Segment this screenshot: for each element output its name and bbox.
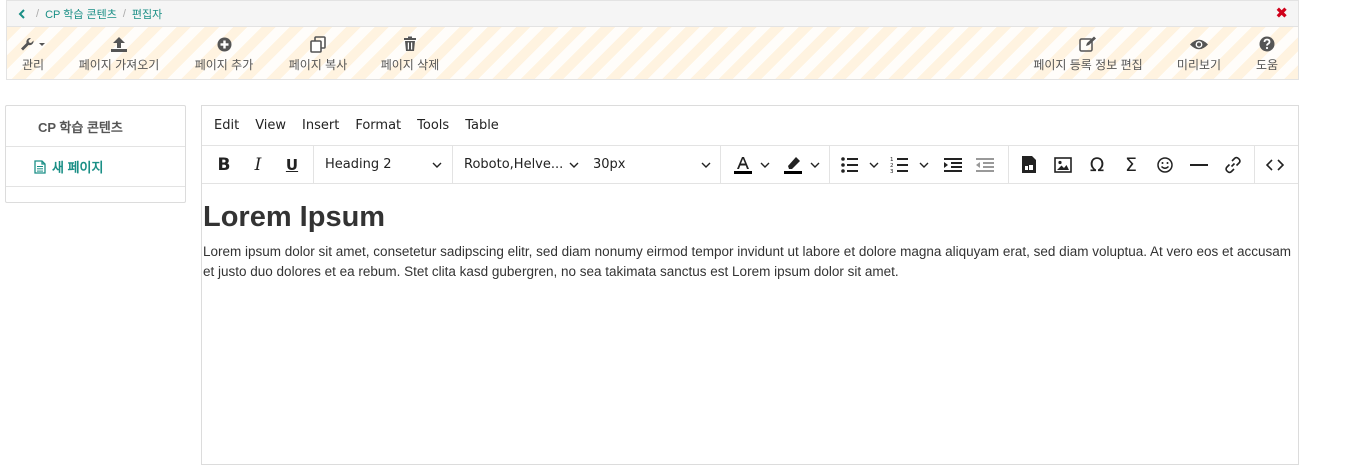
source-code-button[interactable]: [1262, 146, 1288, 183]
import-page-label: 페이지 가져오기: [78, 58, 160, 72]
insert-link-button[interactable]: [1220, 146, 1246, 183]
sigma-icon: Σ: [1124, 153, 1137, 176]
bullet-list-button[interactable]: [838, 146, 884, 183]
toolbar-separator: [720, 146, 721, 184]
italic-icon: I: [254, 154, 262, 175]
indent-button[interactable]: [940, 146, 966, 183]
insert-document-button[interactable]: [1016, 146, 1042, 183]
preview-label: 미리보기: [1176, 58, 1222, 72]
underline-icon: U: [285, 155, 299, 174]
numbered-list-icon: 1 2 3: [890, 157, 929, 174]
content-paragraph: Lorem ipsum dolor sit amet, consetetur s…: [203, 244, 1292, 279]
manage-label: 관리: [21, 58, 45, 72]
manage-button[interactable]: 관리: [13, 27, 53, 79]
add-page-label: 페이지 추가: [194, 58, 254, 72]
page-toolbar: 관리 페이지 가져오기 페이지 추가 페이지 복사 페이지 삭제 페이지 등록 …: [6, 26, 1299, 80]
editor-menubar: Edit View Insert Format Tools Table: [202, 106, 1298, 146]
special-character-button[interactable]: Ω: [1084, 146, 1110, 183]
highlighter-icon: [784, 156, 820, 174]
breadcrumb-item-course[interactable]: CP 학습 콘텐츠: [45, 6, 117, 22]
file-icon: [34, 159, 46, 174]
page-list-item-label: 새 페이지: [52, 160, 104, 175]
page-list-item-new-page[interactable]: 새 페이지: [6, 147, 185, 187]
insert-formula-button[interactable]: Σ: [1118, 146, 1144, 183]
link-icon: [1225, 156, 1241, 173]
breadcrumb-separator: /: [122, 7, 126, 20]
chevron-down-icon: [701, 162, 711, 168]
indent-icon: [944, 157, 962, 172]
content-heading: Lorem Ipsum: [203, 201, 386, 233]
font-size-value: 30px: [593, 157, 626, 172]
preview-button[interactable]: 미리보기: [1171, 27, 1227, 79]
breadcrumb-separator: /: [36, 7, 40, 20]
question-circle-icon: [1259, 33, 1275, 55]
plus-circle-icon: [217, 33, 232, 55]
omega-icon: Ω: [1089, 153, 1105, 176]
menu-format[interactable]: Format: [347, 118, 409, 133]
help-button[interactable]: 도움: [1247, 27, 1287, 79]
upload-icon: [110, 33, 128, 55]
eye-icon: [1189, 33, 1209, 55]
copy-icon: [309, 33, 327, 55]
toolbar-separator: [452, 146, 453, 184]
rich-text-editor: Edit View Insert Format Tools Table B I …: [201, 105, 1299, 465]
font-family-value: Roboto,Helve...: [464, 157, 564, 172]
copy-page-button[interactable]: 페이지 복사: [283, 27, 353, 79]
italic-button[interactable]: I: [246, 146, 270, 183]
breadcrumb-item-editor[interactable]: 편집자: [132, 6, 162, 22]
emoticons-button[interactable]: [1152, 146, 1178, 183]
block-format-value: Heading 2: [325, 157, 392, 172]
text-color-icon: [734, 156, 770, 174]
toolbar-separator: [1008, 146, 1009, 184]
document-icon: [1022, 156, 1036, 173]
outdent-icon: [976, 157, 994, 172]
edit-page-info-label: 페이지 등록 정보 편집: [1033, 58, 1143, 72]
bold-button[interactable]: B: [212, 146, 236, 183]
underline-button[interactable]: U: [280, 146, 304, 183]
image-icon: [1054, 156, 1072, 173]
block-format-dropdown[interactable]: Heading 2: [325, 146, 442, 183]
bullet-list-icon: [841, 156, 879, 173]
import-page-button[interactable]: 페이지 가져오기: [73, 27, 165, 79]
add-page-button[interactable]: 페이지 추가: [189, 27, 259, 79]
page-list-title: CP 학습 콘텐츠: [6, 106, 185, 147]
horizontal-line-button[interactable]: [1186, 146, 1212, 183]
menu-table[interactable]: Table: [457, 118, 507, 133]
trash-icon: [403, 33, 417, 55]
horizontal-line-icon: [1190, 163, 1208, 166]
insert-image-button[interactable]: [1050, 146, 1076, 183]
menu-insert[interactable]: Insert: [294, 118, 347, 133]
page-list-panel: CP 학습 콘텐츠 새 페이지: [5, 105, 186, 203]
help-label: 도움: [1255, 58, 1279, 72]
menu-tools[interactable]: Tools: [409, 118, 457, 133]
toolbar-separator: [313, 146, 314, 184]
editor-toolbar: B I U Heading 2 Roboto,Helve... 30px 1 2…: [202, 146, 1298, 184]
copy-page-label: 페이지 복사: [288, 58, 348, 72]
edit-page-info-button[interactable]: 페이지 등록 정보 편집: [1027, 27, 1149, 79]
wrench-icon: [19, 33, 47, 55]
toolbar-separator: [829, 146, 830, 184]
highlight-color-button[interactable]: [780, 146, 826, 183]
text-color-button[interactable]: [730, 146, 776, 183]
font-size-dropdown[interactable]: 30px: [593, 146, 711, 183]
menu-edit[interactable]: Edit: [206, 118, 247, 133]
bold-icon: B: [217, 154, 231, 175]
chevron-down-icon: [432, 162, 442, 168]
close-icon[interactable]: ✖: [1275, 6, 1288, 22]
code-icon: [1266, 158, 1284, 171]
delete-page-button[interactable]: 페이지 삭제: [375, 27, 445, 79]
edit-icon: [1079, 33, 1097, 55]
back-chevron-icon[interactable]: [14, 8, 30, 19]
numbered-list-button[interactable]: 1 2 3: [888, 146, 934, 183]
breadcrumb-bar: / CP 학습 콘텐츠 / 편집자 ✖: [6, 0, 1299, 26]
chevron-down-icon: [569, 162, 579, 168]
delete-page-label: 페이지 삭제: [380, 58, 440, 72]
smiley-icon: [1157, 156, 1173, 173]
font-family-dropdown[interactable]: Roboto,Helve...: [464, 146, 579, 183]
editor-content-area[interactable]: Lorem Ipsum Lorem ipsum dolor sit amet, …: [202, 184, 1298, 282]
menu-view[interactable]: View: [247, 118, 294, 133]
svg-text:3: 3: [890, 169, 894, 174]
toolbar-separator: [1254, 146, 1255, 184]
outdent-button[interactable]: [972, 146, 998, 183]
